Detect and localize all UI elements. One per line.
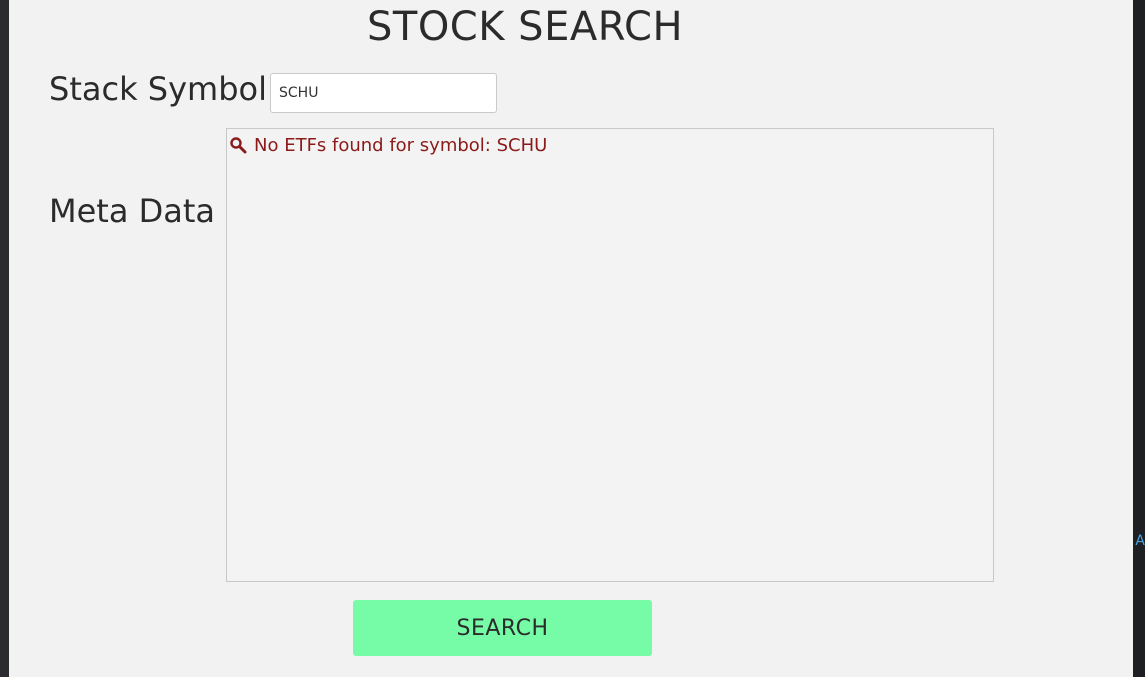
search-button[interactable]: SEARCH <box>353 600 652 656</box>
edge-glyph: A <box>1135 533 1145 549</box>
search-icon <box>230 136 247 153</box>
page-title: STOCK SEARCH <box>367 4 684 50</box>
meta-data-message: No ETFs found for symbol: SCHU <box>229 135 547 156</box>
stock-symbol-label: Stack Symbol <box>49 70 267 108</box>
meta-data-box[interactable]: No ETFs found for symbol: SCHU <box>226 128 994 582</box>
stock-symbol-input[interactable] <box>270 73 497 113</box>
meta-data-label: Meta Data <box>49 192 216 230</box>
stock-search-panel: STOCK SEARCH Stack Symbol Meta Data No E… <box>9 0 1133 677</box>
meta-data-message-text: No ETFs found for symbol: SCHU <box>254 135 548 156</box>
window-edge-right: A <box>1133 0 1145 677</box>
window-edge-left <box>0 0 9 677</box>
